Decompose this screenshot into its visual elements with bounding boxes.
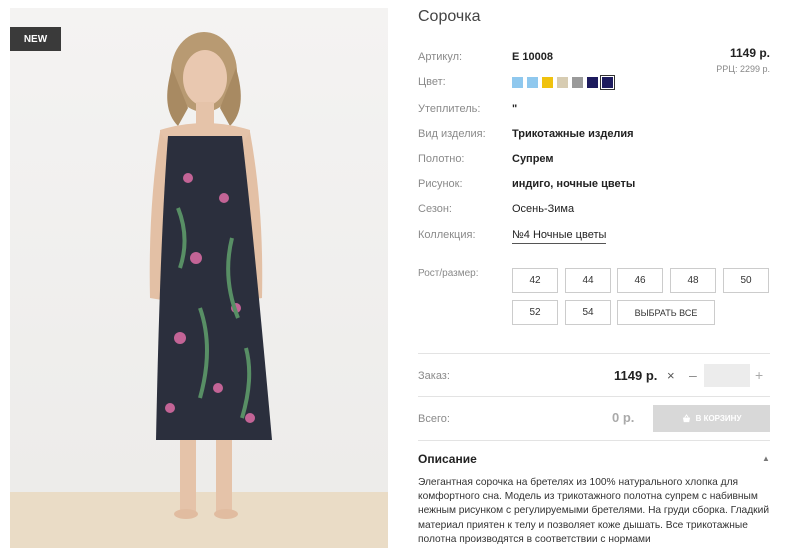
color-swatch[interactable] (587, 77, 598, 88)
size-option[interactable]: 46 (617, 268, 663, 293)
divider (418, 396, 770, 397)
pattern-value: индиго, ночные цветы (512, 178, 636, 190)
new-badge: NEW (10, 27, 61, 51)
model-illustration (10, 32, 388, 548)
color-swatch[interactable] (527, 77, 538, 88)
increase-quantity-button[interactable]: + (755, 367, 763, 383)
total-label: Всего: (418, 413, 450, 425)
fabric-label: Полотно: (418, 153, 465, 165)
add-to-cart-label: В КОРЗИНУ (695, 414, 742, 423)
size-option[interactable]: 52 (512, 300, 558, 325)
color-label: Цвет: (418, 76, 446, 88)
product-photo[interactable]: NEW (10, 8, 388, 548)
description-text: Элегантная сорочка на бретелях из 100% н… (418, 477, 770, 545)
size-option[interactable]: 44 (565, 268, 611, 293)
add-to-cart-button[interactable]: В КОРЗИНУ (653, 405, 770, 432)
size-option[interactable]: 50 (723, 268, 769, 293)
basket-icon (682, 414, 690, 423)
order-price: 1149 р. (614, 368, 658, 383)
product-rrp: РРЦ: 2299 р. (716, 64, 770, 74)
product-price: 1149 р. (729, 46, 770, 60)
insulation-label: Утеплитель: (418, 103, 481, 115)
fabric-value: Супрем (512, 153, 554, 165)
article-value: E 10008 (512, 51, 553, 63)
size-option[interactable]: 42 (512, 268, 558, 293)
times-sign: × (667, 368, 675, 383)
decrease-quantity-button[interactable]: – (689, 367, 697, 383)
type-label: Вид изделия: (418, 128, 486, 140)
product-title: Сорочка (418, 8, 481, 25)
color-swatch[interactable] (542, 77, 553, 88)
color-swatch[interactable] (557, 77, 568, 88)
total-value: 0 р. (612, 410, 635, 425)
quantity-input[interactable] (704, 364, 750, 387)
collapse-caret-icon[interactable]: ▲ (762, 454, 770, 463)
order-label: Заказ: (418, 370, 450, 382)
color-swatches (512, 75, 615, 90)
divider (418, 353, 770, 354)
size-option[interactable]: 48 (670, 268, 716, 293)
description-heading[interactable]: Описание (418, 452, 477, 466)
divider (418, 440, 770, 441)
collection-label: Коллекция: (418, 229, 476, 241)
sizes-label: Рост/размер: (418, 268, 479, 279)
insulation-value: " (512, 103, 518, 115)
collection-link[interactable]: №4 Ночные цветы (512, 228, 607, 244)
type-value: Трикотажные изделия (512, 128, 634, 140)
article-label: Артикул: (418, 51, 463, 63)
color-swatch[interactable] (572, 77, 583, 88)
color-swatch-selected[interactable] (600, 75, 615, 90)
color-swatch[interactable] (512, 77, 523, 88)
season-label: Сезон: (418, 203, 452, 215)
season-value: Осень-Зима (512, 203, 575, 215)
size-option[interactable]: 54 (565, 300, 611, 325)
pattern-label: Рисунок: (418, 178, 463, 190)
select-all-sizes-button[interactable]: ВЫБРАТЬ ВСЕ (617, 300, 715, 325)
